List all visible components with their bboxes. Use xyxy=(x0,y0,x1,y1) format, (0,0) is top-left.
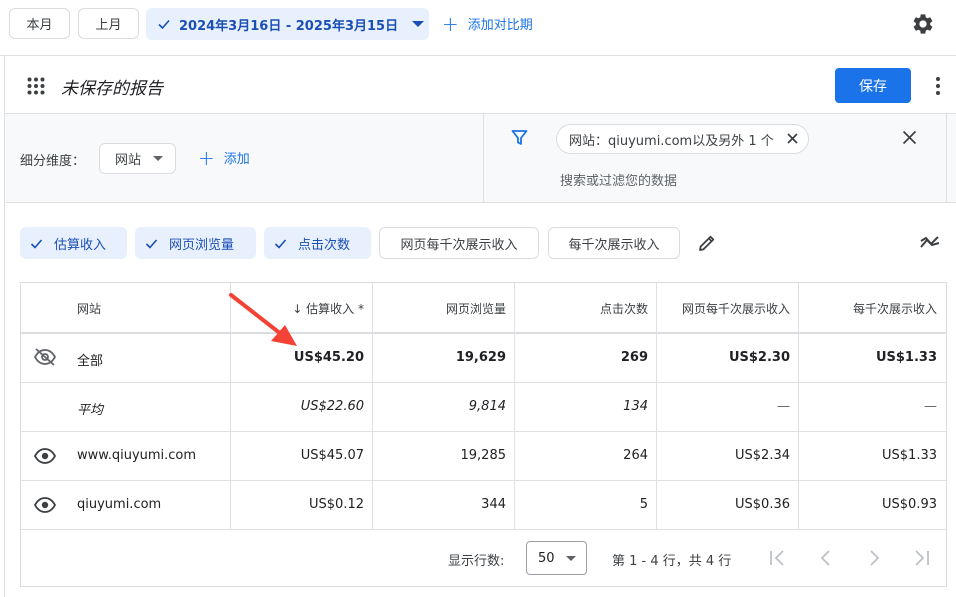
table-cell-pageviews: 19,285 xyxy=(460,448,507,463)
row-divider xyxy=(21,480,946,481)
check-icon xyxy=(30,238,43,249)
last-page-icon[interactable] xyxy=(912,548,932,568)
band-divider xyxy=(483,114,484,203)
table-row-site: www.qiuyumi.com xyxy=(77,448,197,463)
rows-per-page-value: 50 xyxy=(538,550,555,566)
table-cell-clicks: 5 xyxy=(639,497,648,512)
visibility-icon[interactable] xyxy=(33,446,57,466)
table-row-site: qiuyumi.com xyxy=(77,497,162,512)
average-pageviews: 9,814 xyxy=(468,399,506,414)
average-clicks: 134 xyxy=(623,399,648,414)
trend-icon[interactable] xyxy=(919,233,941,251)
check-icon xyxy=(274,238,287,249)
metric-chip-revenue[interactable]: 估算收入 xyxy=(20,227,127,259)
band-right-edge xyxy=(946,114,947,203)
previous-page-icon[interactable] xyxy=(816,548,836,568)
pencil-icon[interactable] xyxy=(697,233,717,253)
rows-per-page-select[interactable]: 50 xyxy=(526,541,587,575)
pagination-range: 第 1 - 4 行，共 4 行 xyxy=(612,554,732,569)
breakdown-label: 细分维度： xyxy=(20,154,86,169)
table-cell-revenue: US$0.12 xyxy=(309,497,364,512)
chevron-down-icon xyxy=(565,555,576,561)
date-range-label: 2024年3月16日 - 2025年3月15日 xyxy=(179,18,399,34)
total-revenue: US$45.20 xyxy=(293,350,364,365)
metric-chip-page-rpm[interactable]: 网页每千次展示收入 xyxy=(379,227,539,259)
check-icon xyxy=(158,19,170,30)
column-header-pageviews[interactable]: 网页浏览量 xyxy=(372,300,506,317)
row-divider xyxy=(21,431,946,432)
table-cell-rpm: US$0.93 xyxy=(882,497,937,512)
plus-icon: + xyxy=(442,11,459,36)
row-divider xyxy=(21,382,946,383)
average-row-label: 平均 xyxy=(77,403,104,418)
this-month-button[interactable]: 本月 xyxy=(9,8,70,39)
total-pageviews: 19,629 xyxy=(455,350,506,365)
table-cell-page-rpm: US$2.34 xyxy=(735,448,790,463)
add-comparison-label: 添加对比期 xyxy=(467,18,533,33)
column-header-page-rpm[interactable]: 网页每千次展示收入 xyxy=(656,300,790,317)
metric-chip-pageviews[interactable]: 网页浏览量 xyxy=(135,227,256,259)
metric-chip-label: 点击次数 xyxy=(298,237,351,253)
row-divider xyxy=(21,332,946,334)
annotation-arrow-icon xyxy=(229,293,297,346)
check-icon xyxy=(145,238,158,249)
breakdown-value: 网站 xyxy=(115,153,142,168)
table-cell-revenue: US$45.07 xyxy=(300,448,364,463)
add-comparison-button[interactable]: + 添加对比期 xyxy=(442,11,533,36)
next-page-icon[interactable] xyxy=(864,548,884,568)
table-cell-page-rpm: US$0.36 xyxy=(735,497,790,512)
chevron-down-icon xyxy=(412,21,425,27)
column-header-rpm[interactable]: 每千次展示收入 xyxy=(798,300,937,317)
column-header-site[interactable]: 网站 xyxy=(77,300,101,317)
filter-chip[interactable]: 网站：qiuyumi.com以及另外 1 个 xyxy=(556,124,809,154)
metric-chip-label: 网页浏览量 xyxy=(169,237,235,253)
visibility-icon[interactable] xyxy=(33,495,57,515)
date-range-selector[interactable]: 2024年3月16日 - 2025年3月15日 xyxy=(146,8,429,40)
metric-chip-rpm[interactable]: 每千次展示收入 xyxy=(548,227,680,259)
first-page-icon[interactable] xyxy=(767,548,787,568)
rows-per-page-label: 显示行数: xyxy=(448,554,505,569)
plus-icon: + xyxy=(198,145,215,170)
gear-icon[interactable] xyxy=(911,12,935,36)
filter-icon[interactable] xyxy=(511,129,528,146)
table-cell-pageviews: 344 xyxy=(481,497,506,512)
breakdown-select[interactable]: 网站 xyxy=(99,143,176,174)
table-cell-clicks: 264 xyxy=(623,448,648,463)
add-dimension-label: 添加 xyxy=(223,152,250,167)
total-row-label: 全部 xyxy=(77,354,104,369)
close-icon[interactable] xyxy=(786,132,799,145)
total-clicks: 269 xyxy=(620,350,648,365)
add-dimension-button[interactable]: + 添加 xyxy=(198,145,250,170)
total-rpm: US$1.33 xyxy=(875,350,937,365)
report-title: 未保存的报告 xyxy=(61,79,163,99)
metric-chip-clicks[interactable]: 点击次数 xyxy=(264,227,371,259)
chevron-down-icon xyxy=(153,156,164,161)
more-vert-icon[interactable] xyxy=(934,76,942,96)
average-rpm: — xyxy=(924,399,937,414)
metric-chip-label: 估算收入 xyxy=(54,237,107,253)
filter-search-input[interactable]: 搜索或过滤您的数据 xyxy=(560,170,677,189)
total-page-rpm: US$2.30 xyxy=(728,350,790,365)
row-divider xyxy=(21,529,946,530)
filter-chip-label: 网站：qiuyumi.com以及另外 1 个 xyxy=(569,133,774,149)
average-revenue: US$22.60 xyxy=(300,399,364,414)
visibility-off-icon[interactable] xyxy=(33,347,57,367)
data-table: 网站 ↓ 估算收入 * 网页浏览量 点击次数 网页每千次展示收入 每千次展示收入… xyxy=(20,282,947,587)
column-header-clicks[interactable]: 点击次数 xyxy=(514,300,648,317)
average-page-rpm: — xyxy=(777,399,790,414)
save-button[interactable]: 保存 xyxy=(835,68,911,103)
close-icon[interactable] xyxy=(902,130,917,145)
apps-icon[interactable] xyxy=(27,77,45,95)
table-cell-rpm: US$1.33 xyxy=(882,448,937,463)
last-month-button[interactable]: 上月 xyxy=(78,8,139,39)
